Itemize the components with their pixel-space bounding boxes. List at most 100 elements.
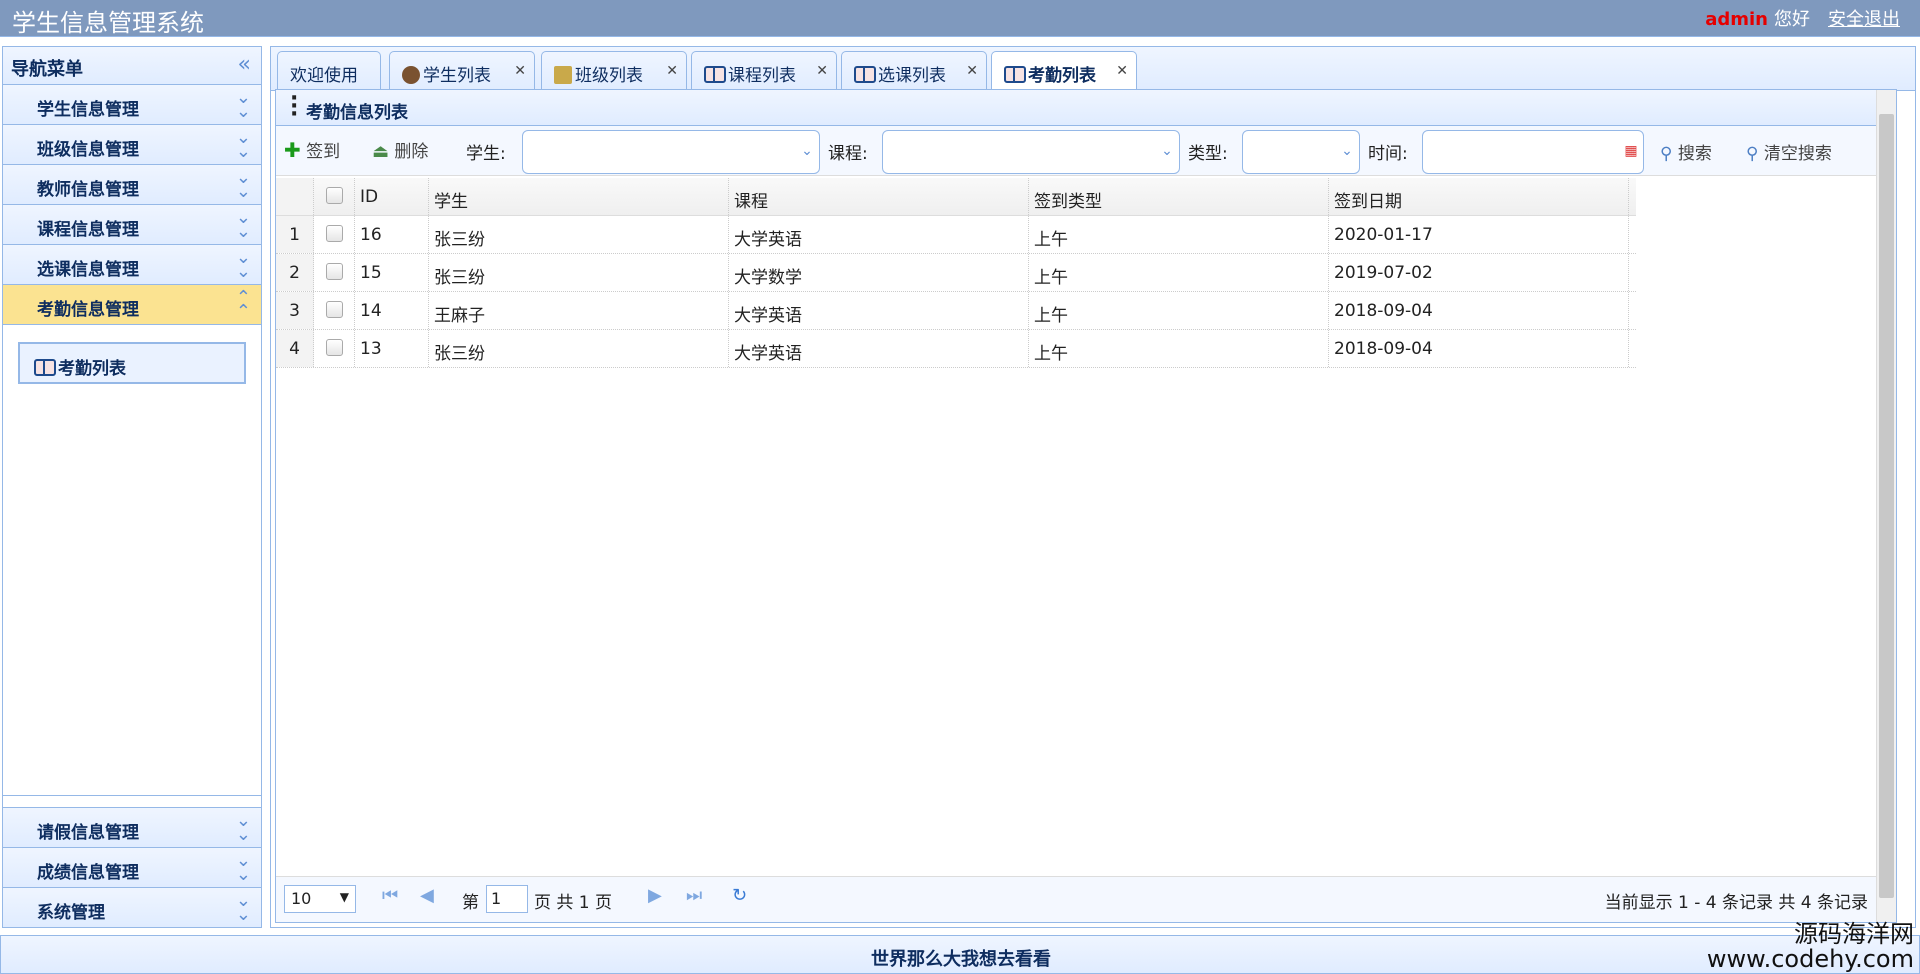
table-row[interactable]: 4 13 张三纷 大学英语 上午 2018-09-04 [276,330,1636,368]
type-select[interactable]: ⌄ [1242,130,1360,174]
tab-selection-list[interactable]: 选课列表 ✕ [841,51,987,92]
app-title: 学生信息管理系统 [12,9,204,37]
cell-student: 张三纷 [429,330,729,367]
main-panel: 欢迎使用 学生列表 ✕ 班级列表 ✕ 课程列表 ✕ 选课列表 ✕ 考勤列表 ✕ · · · 考… [270,46,1916,928]
nav-item-selection[interactable]: 选课信息管理 ⌄ ⌄ [3,245,261,285]
nav-item-grades[interactable]: 成绩信息管理 ⌄ ⌄ [3,847,261,887]
nav-item-label: 系统管理 [37,903,105,923]
signin-button[interactable]: ✚ 签到 [284,137,340,162]
pagination-bar: 10 ▼ ⏮ ◀ 第 1 页 共 1 页 ▶ ⏭ ↻ 当前显示 1 - 4 条记录… [276,876,1876,922]
page-size-value: 10 [291,889,312,908]
next-page-icon[interactable]: ▶ [648,885,662,906]
column-header[interactable]: ID [355,178,429,215]
expand-down-icon[interactable]: ⌄ ⌄ [236,249,251,281]
time-input[interactable]: ▦ [1422,130,1644,174]
scrollbar-thumb[interactable] [1879,114,1894,898]
table-row[interactable]: 3 14 王麻子 大学英语 上午 2018-09-04 [276,292,1636,330]
table-row[interactable]: 1 16 张三纷 大学英语 上午 2020-01-17 [276,216,1636,254]
nav-item-label: 课程信息管理 [37,220,139,240]
chevron-down-icon[interactable]: ⌄ [795,131,819,173]
nav-item-attendance[interactable]: 考勤信息管理 ⌃ ⌃ [3,285,261,325]
chevron-down-icon[interactable]: ⌄ [1155,131,1179,173]
search-button[interactable]: ⚲ 搜索 [1660,139,1712,164]
nav-item-system[interactable]: 系统管理 ⌄ ⌄ [3,887,261,927]
collapse-left-icon[interactable]: « [238,52,251,77]
tab-student-list[interactable]: 学生列表 ✕ [389,51,535,92]
column-header[interactable]: 学生 [429,178,729,215]
close-icon[interactable]: ✕ [966,63,978,79]
calendar-icon[interactable]: ▦ [1619,131,1643,173]
table-row[interactable]: 2 15 张三纷 大学数学 上午 2019-07-02 [276,254,1636,292]
user-box: admin 您好 安全退出 [1705,5,1900,31]
logout-link[interactable]: 安全退出 [1828,9,1900,30]
nav-attendance-body: 考勤列表 [3,325,261,796]
cell-type: 上午 [1029,292,1329,329]
row-checkbox[interactable] [314,216,355,253]
nav-item-class[interactable]: 班级信息管理 ⌄ ⌄ [3,125,261,165]
sublink-attendance-list[interactable]: 考勤列表 [18,342,246,384]
prev-page-icon[interactable]: ◀ [420,885,434,906]
nav-item-leave[interactable]: 请假信息管理 ⌄ ⌄ [3,807,261,847]
row-checkbox[interactable] [314,254,355,291]
expand-down-icon[interactable]: ⌄ ⌄ [236,209,251,241]
row-checkbox[interactable] [314,330,355,367]
expand-down-icon[interactable]: ⌄ ⌄ [236,892,251,924]
student-select[interactable]: ⌄ [522,130,820,174]
row-number: 4 [276,330,314,367]
toolbar: ✚ 签到 ⏏ 删除 学生: ⌄ 课程: ⌄ 类型: ⌄ 时间: ▦ ⚲ 搜索 ⚲… [276,126,1896,176]
expand-down-icon[interactable]: ⌄ ⌄ [236,169,251,201]
select-all-checkbox[interactable] [314,178,355,215]
expand-down-icon[interactable]: ⌄ ⌄ [236,129,251,161]
sublink-label: 考勤列表 [58,359,126,379]
cell-type: 上午 [1029,254,1329,291]
close-icon[interactable]: ✕ [816,63,828,79]
delete-icon: ⏏ [372,141,390,162]
column-header[interactable]: 签到日期 [1329,178,1629,215]
username: admin [1705,9,1768,30]
tab-course-list[interactable]: 课程列表 ✕ [691,51,837,92]
cell-course: 大学数学 [729,254,1029,291]
nav-item-student[interactable]: 学生信息管理 ⌄ ⌄ [3,85,261,125]
cell-type: 上午 [1029,216,1329,253]
nav-item-label: 选课信息管理 [37,260,139,280]
expand-down-icon[interactable]: ⌄ ⌄ [236,852,251,884]
tab-class-list[interactable]: 班级列表 ✕ [541,51,687,92]
close-icon[interactable]: ✕ [514,63,526,79]
cell-id: 13 [355,330,429,367]
page-input[interactable]: 1 [486,885,528,913]
tab-attendance-list[interactable]: 考勤列表 ✕ [991,51,1137,93]
nav-item-label: 学生信息管理 [37,100,139,120]
nav-item-label: 班级信息管理 [37,140,139,160]
first-page-icon[interactable]: ⏮ [382,885,398,906]
last-page-icon[interactable]: ⏭ [686,885,702,906]
delete-button[interactable]: ⏏ 删除 [372,137,428,162]
clear-search-button[interactable]: ⚲ 清空搜索 [1746,139,1832,164]
cell-date: 2018-09-04 [1329,292,1629,329]
course-select[interactable]: ⌄ [882,130,1180,174]
tab-label: 欢迎使用 [290,66,358,86]
nav-header: 导航菜单 « [3,47,261,85]
nav-item-teacher[interactable]: 教师信息管理 ⌄ ⌄ [3,165,261,205]
close-icon[interactable]: ✕ [1116,63,1128,79]
nav-item-course[interactable]: 课程信息管理 ⌄ ⌄ [3,205,261,245]
column-header[interactable]: 签到类型 [1029,178,1329,215]
search-label: 搜索 [1677,144,1712,164]
expand-down-icon[interactable]: ⌄ ⌄ [236,89,251,121]
tab-label: 班级列表 [575,66,643,86]
collapse-up-icon[interactable]: ⌃ ⌃ [236,289,251,321]
vertical-scrollbar[interactable] [1876,90,1896,922]
cell-id: 15 [355,254,429,291]
chevron-down-icon[interactable]: ⌄ [1335,131,1359,173]
close-icon[interactable]: ✕ [666,63,678,79]
book-icon [1004,66,1026,83]
expand-down-icon[interactable]: ⌄ ⌄ [236,812,251,844]
cell-student: 王麻子 [429,292,729,329]
watermark-line2: www.codehy.com [1706,945,1914,973]
footer: 世界那么大我想去看看 [0,935,1920,974]
column-header[interactable]: 课程 [729,178,1029,215]
nav-item-label: 教师信息管理 [37,180,139,200]
refresh-icon[interactable]: ↻ [732,885,747,906]
page-size-select[interactable]: 10 ▼ [284,885,356,913]
row-checkbox[interactable] [314,292,355,329]
course-label: 课程: [828,144,868,164]
